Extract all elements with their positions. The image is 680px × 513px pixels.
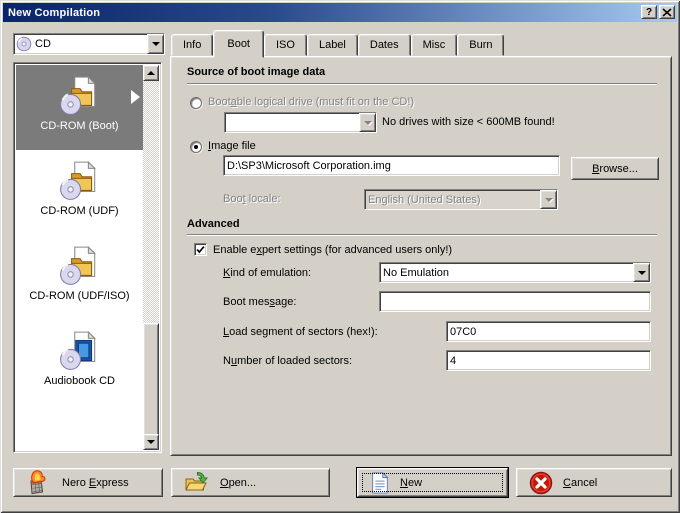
expert-settings-checkbox[interactable]	[194, 243, 207, 256]
tab-dates[interactable]: Dates	[358, 34, 411, 56]
titlebar[interactable]: New Compilation ?	[3, 3, 677, 22]
bootable-drive-combo	[224, 112, 377, 133]
loaded-sectors-input[interactable]	[446, 350, 651, 371]
help-button[interactable]: ?	[641, 5, 657, 19]
bootable-drive-dropdown-button	[359, 113, 376, 132]
list-item-cdrom-boot[interactable]: CD-ROM (Boot)	[16, 65, 143, 150]
image-file-input[interactable]	[223, 155, 560, 176]
tab-iso[interactable]: ISO	[264, 34, 307, 56]
new-button[interactable]: New	[357, 468, 508, 497]
list-scrollbar[interactable]	[143, 65, 159, 450]
close-button[interactable]	[659, 5, 675, 19]
bootable-drive-radio-label: Bootable logical drive (must fit on the …	[208, 96, 414, 108]
compilation-list: CD-ROM (Boot) CD-ROM (UDF) CD-ROM (UDF/I…	[13, 62, 162, 453]
tab-info[interactable]: Info	[171, 34, 213, 56]
load-segment-label: Load segment of sectors (hex!):	[223, 326, 378, 338]
expert-settings-checkbox-label: Enable expert settings (for advanced use…	[213, 244, 452, 256]
tab-boot[interactable]: Boot	[213, 30, 264, 58]
emulation-combo[interactable]: No Emulation	[379, 262, 651, 283]
close-icon	[662, 8, 672, 17]
open-folder-icon	[184, 470, 210, 496]
new-label: New	[400, 477, 422, 489]
browse-button[interactable]: Browse...	[571, 157, 659, 180]
advanced-group-title: Advanced	[187, 218, 240, 230]
source-group-title: Source of boot image data	[187, 66, 325, 78]
cancel-label: Cancel	[563, 477, 597, 489]
boot-tab-panel: Source of boot image data Bootable logic…	[170, 56, 672, 456]
tab-label[interactable]: Label	[307, 34, 358, 56]
no-drives-message: No drives with size < 600MB found!	[382, 116, 555, 128]
tab-bar: Info Boot ISO Label Dates Misc Burn	[171, 29, 504, 57]
image-file-radio-label: Image file	[208, 140, 256, 152]
chevron-down-icon	[545, 198, 553, 202]
source-group-divider	[187, 83, 657, 85]
window-title: New Compilation	[8, 7, 100, 19]
tab-misc[interactable]: Misc	[411, 34, 458, 56]
checkmark-icon	[195, 244, 206, 255]
cd-folder-document-icon	[59, 160, 101, 202]
image-file-radio[interactable]	[190, 141, 202, 153]
nero-express-button[interactable]: Nero Express	[13, 468, 163, 497]
nero-flame-icon	[26, 470, 52, 496]
open-button[interactable]: Open...	[171, 468, 330, 497]
compilation-type-dropdown-button[interactable]	[147, 34, 164, 54]
nero-express-label: Nero Express	[62, 477, 129, 489]
cd-icon	[16, 36, 32, 52]
tab-burn[interactable]: Burn	[457, 34, 504, 56]
bootable-drive-radio	[190, 97, 202, 109]
chevron-down-icon	[364, 121, 372, 125]
emulation-dropdown-button[interactable]	[633, 263, 650, 282]
triangle-up-icon	[147, 71, 155, 75]
chevron-down-icon	[638, 271, 646, 275]
list-item-cdrom-udf-iso[interactable]: CD-ROM (UDF/ISO)	[16, 235, 143, 320]
question-mark-icon: ?	[646, 7, 652, 18]
scroll-down-button[interactable]	[143, 434, 159, 450]
triangle-down-icon	[147, 440, 155, 444]
cancel-button[interactable]: Cancel	[516, 468, 672, 497]
cancel-icon	[529, 471, 553, 495]
list-item-audiobook-cd[interactable]: Audiobook CD	[16, 320, 143, 405]
scrollbar-thumb[interactable]	[143, 323, 159, 437]
new-compilation-dialog: New Compilation ? CD Info Boot ISO Label…	[0, 0, 680, 513]
boot-locale-label: Boot locale:	[223, 193, 281, 205]
selected-item-arrow-icon	[131, 90, 140, 104]
chevron-down-icon	[152, 42, 160, 46]
cd-folder-document-icon	[59, 245, 101, 287]
compilation-type-value: CD	[32, 38, 147, 50]
boot-message-label: Boot message:	[223, 296, 296, 308]
load-segment-input[interactable]	[446, 321, 651, 342]
compilation-type-combo[interactable]: CD	[13, 33, 165, 55]
loaded-sectors-label: Number of loaded sectors:	[223, 355, 352, 367]
open-label: Open...	[220, 477, 256, 489]
scroll-up-button[interactable]	[143, 65, 159, 81]
cd-book-document-icon	[59, 330, 101, 372]
boot-locale-combo: English (United States)	[364, 189, 558, 210]
browse-button-label: Browse...	[592, 163, 638, 175]
advanced-group-divider	[187, 234, 657, 236]
boot-locale-dropdown-button	[540, 190, 557, 209]
emulation-label: Kind of emulation:	[223, 267, 311, 279]
cd-folder-document-icon	[59, 75, 101, 117]
list-item-cdrom-udf[interactable]: CD-ROM (UDF)	[16, 150, 143, 235]
boot-message-input[interactable]	[379, 291, 651, 312]
new-document-icon	[370, 472, 390, 494]
